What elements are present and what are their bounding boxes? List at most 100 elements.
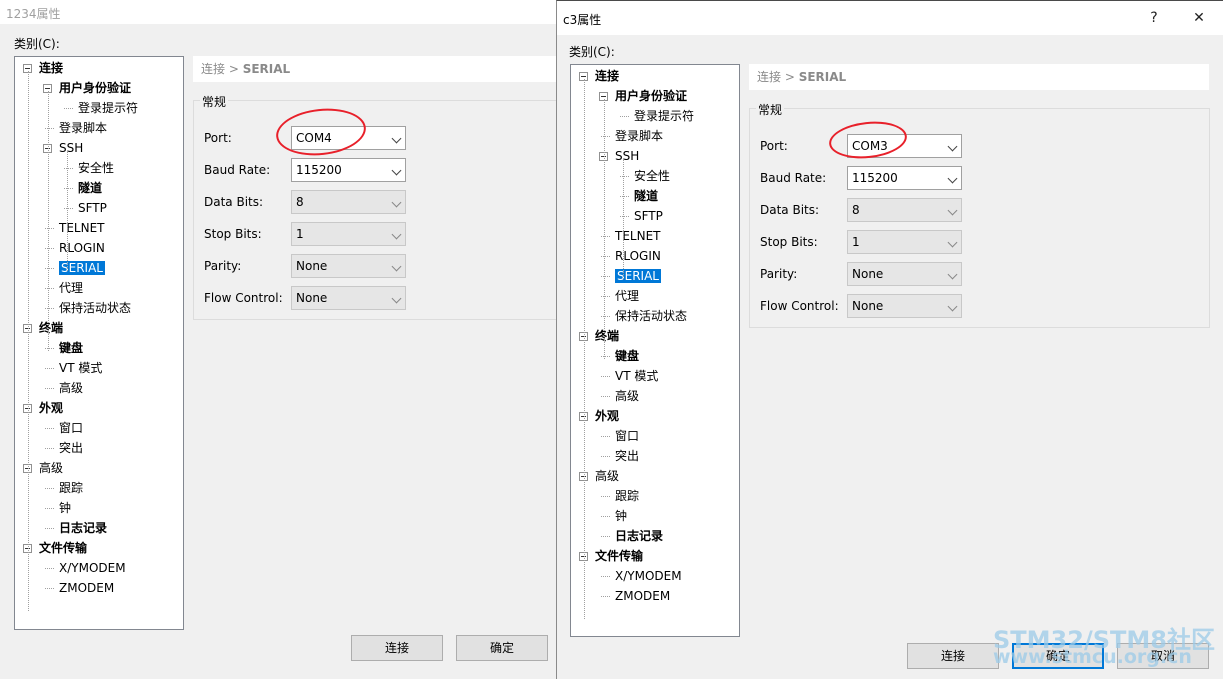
tree-connector <box>45 508 54 509</box>
tree-item[interactable]: 连接 <box>595 67 619 85</box>
tree-item[interactable]: TELNET <box>59 219 105 237</box>
tree-item[interactable]: 安全性 <box>634 167 670 185</box>
tree-item[interactable]: 键盘 <box>615 347 639 365</box>
tree-item[interactable]: 用户身份验证 <box>615 87 687 105</box>
tree-item[interactable]: RLOGIN <box>59 239 105 257</box>
field-label: Baud Rate: <box>760 171 827 185</box>
tree-item[interactable]: 文件传输 <box>39 539 87 557</box>
field-select[interactable]: None <box>847 294 962 318</box>
close-button[interactable]: ✕ <box>1184 7 1214 29</box>
tree-item[interactable]: 文件传输 <box>595 547 643 565</box>
tree-item[interactable]: 键盘 <box>59 339 83 357</box>
tree-item[interactable]: 高级 <box>39 459 63 477</box>
tree-item[interactable]: SSH <box>615 147 639 165</box>
tree-item-label: SFTP <box>634 209 663 223</box>
tree-item[interactable]: 隧道 <box>78 179 102 197</box>
tree-item[interactable]: 跟踪 <box>615 487 639 505</box>
tree-item[interactable]: 外观 <box>39 399 63 417</box>
title-bar: 1234属性 <box>0 0 556 24</box>
tree-item-label: 文件传输 <box>595 549 644 563</box>
field-value: None <box>852 299 884 313</box>
tree-item[interactable]: 安全性 <box>78 159 114 177</box>
tree-item-label: 钟 <box>59 501 72 515</box>
tree-item-label: 保持活动状态 <box>59 301 132 315</box>
tree-item[interactable]: 高级 <box>615 387 639 405</box>
field-select[interactable]: None <box>847 262 962 286</box>
field-select[interactable]: 115200 <box>291 158 406 182</box>
tree-item[interactable]: SERIAL <box>615 267 661 285</box>
tree-connector <box>45 588 54 589</box>
tree-item[interactable]: SSH <box>59 139 83 157</box>
tree-item[interactable]: 突出 <box>59 439 83 457</box>
tree-item[interactable]: 登录脚本 <box>615 127 663 145</box>
tree-item[interactable]: 突出 <box>615 447 639 465</box>
tree-item[interactable]: 登录提示符 <box>78 99 138 117</box>
ok-button[interactable]: 确定 <box>456 635 548 661</box>
tree-item[interactable]: 代理 <box>59 279 83 297</box>
field-select[interactable]: None <box>291 286 406 310</box>
tree-connector <box>601 496 610 497</box>
tree-item[interactable]: VT 模式 <box>615 367 658 385</box>
tree-item[interactable]: 登录脚本 <box>59 119 107 137</box>
tree-item[interactable]: 高级 <box>595 467 619 485</box>
chevron-down-icon <box>391 229 402 240</box>
tree-connector <box>601 276 610 277</box>
tree-guide-line <box>48 91 49 351</box>
tree-item-label: 高级 <box>59 381 84 395</box>
tree-connector <box>45 528 54 529</box>
tree-item-label: X/YMODEM <box>59 561 126 575</box>
tree-item[interactable]: 外观 <box>595 407 619 425</box>
tree-item[interactable]: 代理 <box>615 287 639 305</box>
tree-item-label: VT 模式 <box>59 361 103 375</box>
field-label: Port: <box>760 139 788 153</box>
tree-item[interactable]: 连接 <box>39 59 63 77</box>
tree-item[interactable]: X/YMODEM <box>615 567 682 585</box>
field-select[interactable]: 8 <box>847 198 962 222</box>
category-tree[interactable]: 连接用户身份验证登录提示符登录脚本 SSH 安全性隧道 SFTP TELNET RLOGI… <box>570 64 740 637</box>
tree-connector <box>64 168 73 169</box>
category-tree[interactable]: 连接用户身份验证登录提示符登录脚本 SSH 安全性隧道 SFTP TELNET RLOGI… <box>14 56 184 630</box>
connect-button[interactable]: 连接 <box>907 643 999 669</box>
tree-item[interactable]: ZMODEM <box>59 579 114 597</box>
field-select[interactable]: 115200 <box>847 166 962 190</box>
tree-connector <box>45 128 54 129</box>
field-select[interactable]: None <box>291 254 406 278</box>
tree-item[interactable]: X/YMODEM <box>59 559 126 577</box>
tree-item[interactable]: SFTP <box>78 199 107 217</box>
tree-guide-line <box>28 71 29 611</box>
field-label: Stop Bits: <box>760 235 818 249</box>
tree-item[interactable]: 高级 <box>59 379 83 397</box>
tree-item[interactable]: 窗口 <box>615 427 639 445</box>
tree-item[interactable]: 登录提示符 <box>634 107 694 125</box>
tree-item[interactable]: 钟 <box>615 507 627 525</box>
connect-button[interactable]: 连接 <box>351 635 443 661</box>
tree-item[interactable]: 隧道 <box>634 187 658 205</box>
tree-item[interactable]: SERIAL <box>59 259 105 277</box>
tree-item[interactable]: VT 模式 <box>59 359 102 377</box>
chevron-down-icon <box>947 301 958 312</box>
tree-item-label: 日志记录 <box>615 529 664 543</box>
tree-connector <box>601 436 610 437</box>
tree-item[interactable]: 保持活动状态 <box>59 299 131 317</box>
field-select[interactable]: 1 <box>291 222 406 246</box>
tree-item[interactable]: 终端 <box>39 319 63 337</box>
tree-item[interactable]: 保持活动状态 <box>615 307 687 325</box>
general-group-title: 常规 <box>756 101 785 118</box>
tree-item[interactable]: 日志记录 <box>615 527 663 545</box>
tree-item[interactable]: 终端 <box>595 327 619 345</box>
field-select[interactable]: 1 <box>847 230 962 254</box>
tree-connector <box>601 516 610 517</box>
tree-item[interactable]: 钟 <box>59 499 71 517</box>
tree-item[interactable]: 跟踪 <box>59 479 83 497</box>
tree-item[interactable]: ZMODEM <box>615 587 670 605</box>
tree-item[interactable]: 用户身份验证 <box>59 79 131 97</box>
tree-item[interactable]: SFTP <box>634 207 663 225</box>
tree-connector <box>45 568 54 569</box>
help-button[interactable]: ? <box>1139 7 1169 29</box>
field-select[interactable]: 8 <box>291 190 406 214</box>
tree-item[interactable]: TELNET <box>615 227 661 245</box>
tree-item[interactable]: 日志记录 <box>59 519 107 537</box>
tree-item[interactable]: 窗口 <box>59 419 83 437</box>
tree-item[interactable]: RLOGIN <box>615 247 661 265</box>
field-value: None <box>852 267 884 281</box>
